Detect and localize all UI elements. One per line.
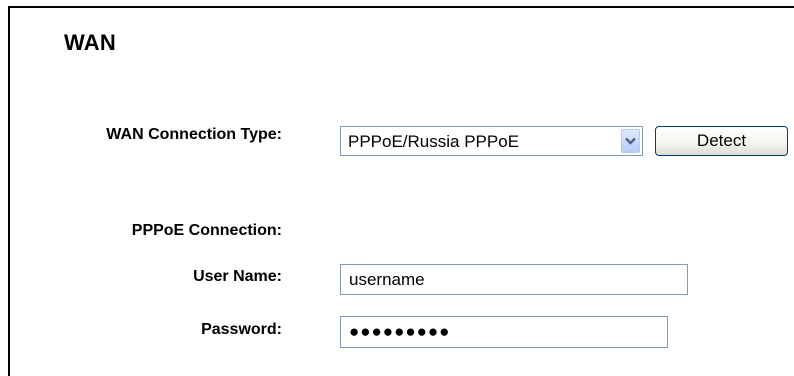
pppoe-connection-label-container: PPPoE Connection: (10, 222, 282, 242)
wan-connection-type-select[interactable]: PPPoE/Russia PPPoE (340, 126, 643, 156)
wan-settings-panel: WAN WAN Connection Type: PPPoE/Russia PP… (8, 6, 794, 376)
detect-button[interactable]: Detect (655, 126, 788, 156)
pppoe-connection-label: PPPoE Connection: (131, 222, 282, 239)
password-label: Password: (201, 321, 282, 338)
chevron-down-icon (625, 137, 636, 145)
dropdown-button[interactable] (621, 129, 640, 153)
wan-connection-type-label: WAN Connection Type: (106, 126, 282, 143)
password-label-container: Password: (10, 321, 282, 341)
wan-connection-type-selected-value: PPPoE/Russia PPPoE (348, 132, 520, 151)
username-label: User Name: (193, 268, 282, 285)
password-field[interactable] (340, 316, 668, 348)
username-label-container: User Name: (10, 268, 282, 288)
page-title: WAN (64, 30, 116, 55)
username-field[interactable] (340, 264, 688, 295)
wan-connection-type-label-container: WAN Connection Type: (10, 126, 282, 146)
